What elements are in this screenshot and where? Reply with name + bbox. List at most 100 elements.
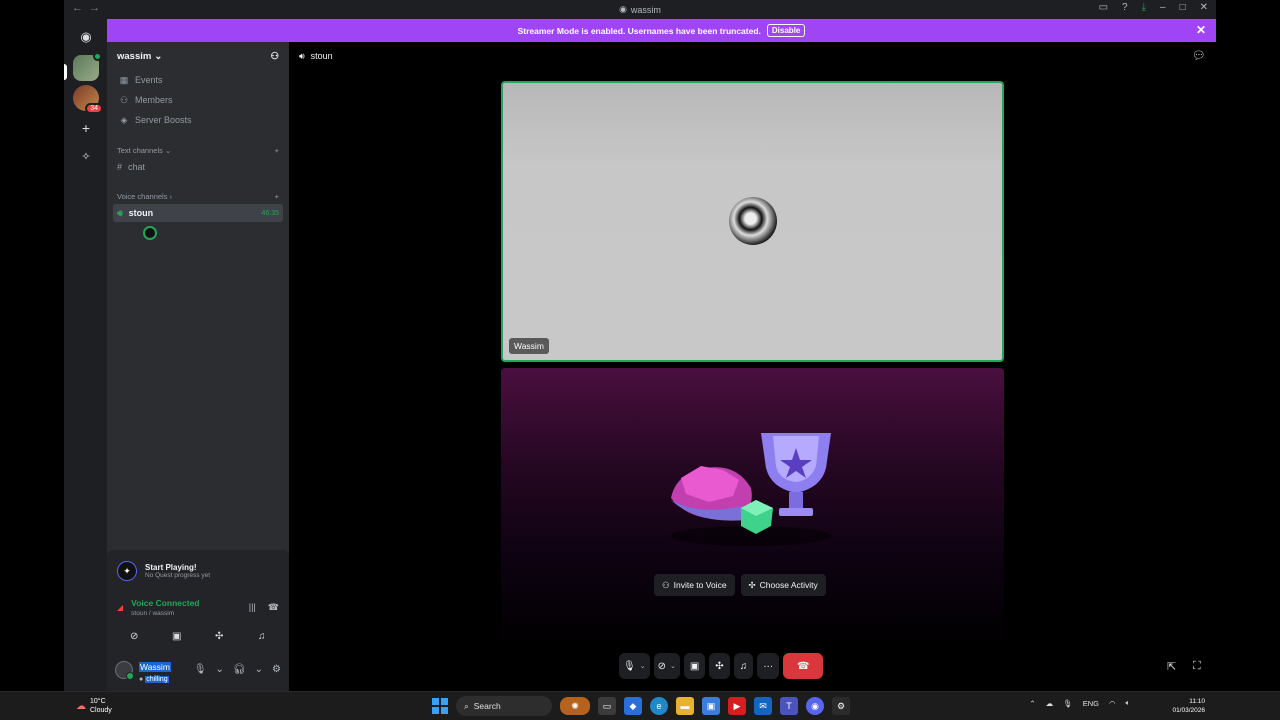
settings-gear-icon[interactable]: ⚙ xyxy=(272,664,281,675)
boost-icon: ◈ xyxy=(120,114,128,125)
onedrive-icon[interactable]: ☁ xyxy=(1046,699,1054,708)
headphones-icon[interactable]: 🎧︎ xyxy=(233,664,246,675)
back-arrow-icon[interactable]: ← xyxy=(72,2,83,14)
search-icon: ⌕ xyxy=(464,700,469,711)
voice-category-header[interactable]: Voice channels › + xyxy=(107,188,289,204)
camera-toggle[interactable]: ⊘ ⌄ xyxy=(653,653,680,679)
task-view-icon[interactable]: ▭ xyxy=(598,697,616,715)
widgets-icon[interactable]: ✺ xyxy=(560,697,590,715)
youtube-icon[interactable]: ▶ xyxy=(728,697,746,715)
microphone-icon: 🎙︎ xyxy=(623,660,636,672)
chat-bubble-icon[interactable]: 💬︎ xyxy=(1192,49,1206,62)
disconnect-icon[interactable]: ☎ xyxy=(268,602,279,613)
trophy-illustration xyxy=(671,433,831,546)
channel-chat[interactable]: # chat xyxy=(113,158,283,176)
copilot-icon[interactable]: ◆ xyxy=(624,697,642,715)
signal-icon[interactable]: ◢ xyxy=(117,603,123,612)
nav-members[interactable]: ⚇ Members xyxy=(107,90,289,110)
server-name: wassim xyxy=(117,50,152,62)
quest-panel[interactable]: ✦ Start Playing! No Quest progress yet xyxy=(107,550,289,592)
create-channel-icon[interactable]: + xyxy=(275,146,279,155)
server-icon-2[interactable]: 34 xyxy=(73,85,103,114)
forward-arrow-icon[interactable]: → xyxy=(89,2,100,14)
hang-up-button[interactable]: ☎ xyxy=(783,653,824,679)
activities-icon[interactable]: ✣ xyxy=(200,627,238,645)
taskbar-search[interactable]: ⌕ Search xyxy=(456,696,552,716)
download-icon[interactable]: ⤓ xyxy=(1142,2,1146,13)
server-wassim-icon[interactable] xyxy=(73,52,102,81)
weather-desc: Cloudy xyxy=(90,707,112,714)
voice-connected-status[interactable]: Voice Connected xyxy=(131,598,199,608)
soundboard-icon[interactable]: ♫ xyxy=(243,627,281,645)
speaker-icon: 🔊︎ xyxy=(299,50,305,61)
username[interactable]: Wassim xyxy=(139,661,171,672)
teams-icon[interactable]: T xyxy=(780,697,798,715)
chevron-down-icon[interactable]: ⌄ xyxy=(670,662,676,670)
noise-suppression-icon[interactable]: ||| xyxy=(249,602,256,613)
add-member-icon[interactable]: ⚇ xyxy=(270,51,279,62)
more-options-button[interactable]: ··· xyxy=(757,653,780,679)
store-icon[interactable]: ▣ xyxy=(702,697,720,715)
server-icon: ◉ xyxy=(619,4,627,14)
windows-start-icon[interactable] xyxy=(432,698,448,714)
nav-server-boosts[interactable]: ◈ Server Boosts xyxy=(107,110,289,130)
nav-label: Server Boosts xyxy=(135,115,192,125)
invite-to-voice-button[interactable]: ⚇ Invite to Voice xyxy=(654,574,735,596)
activities-icon: ✣ xyxy=(748,579,756,590)
add-person-icon: ⚇ xyxy=(662,579,670,590)
pop-out-icon[interactable]: ⇱ xyxy=(1167,660,1176,673)
soundboard-icon: ♫ xyxy=(739,660,748,672)
participant-tile[interactable]: Wassim xyxy=(501,81,1004,362)
discord-icon[interactable]: ◉ xyxy=(806,697,824,715)
inbox-icon[interactable]: ▭ xyxy=(1099,2,1108,13)
screen-share-button[interactable]: ▣ xyxy=(683,653,706,679)
nav-events[interactable]: ▦ Events xyxy=(107,70,289,90)
disable-streamer-mode-button[interactable]: Disable xyxy=(766,24,806,37)
weather-icon: ☁ xyxy=(76,700,86,712)
language-indicator[interactable]: ENG xyxy=(1083,699,1099,708)
close-window-icon[interactable]: ✕ xyxy=(1200,2,1208,13)
explore-icon[interactable]: ✧ xyxy=(73,143,99,169)
mic-tray-icon[interactable]: 🎙︎ xyxy=(1063,699,1073,708)
weather-widget[interactable]: ☁ 10°C Cloudy xyxy=(76,697,112,715)
create-channel-icon[interactable]: + xyxy=(275,192,279,201)
chevron-down-icon[interactable]: ⌄ xyxy=(255,664,263,675)
file-explorer-icon[interactable]: ▬ xyxy=(676,697,694,715)
edge-icon[interactable]: e xyxy=(650,697,668,715)
maximize-icon[interactable]: □ xyxy=(1180,2,1186,13)
camera-off-icon[interactable]: ⊘ xyxy=(115,627,153,645)
volume-icon[interactable]: 🔈︎ xyxy=(1126,698,1131,708)
avatar xyxy=(729,197,777,245)
text-category-header[interactable]: Text channels ⌄ + xyxy=(107,142,289,158)
soundboard-button[interactable]: ♫ xyxy=(733,653,754,679)
microphone-toggle[interactable]: 🎙︎ ⌄ xyxy=(619,653,650,679)
history-nav: ← → xyxy=(72,2,100,14)
help-icon[interactable]: ? xyxy=(1122,2,1128,13)
channel-label: stoun xyxy=(128,208,154,218)
activities-button[interactable]: ✣ xyxy=(709,653,730,679)
minimize-icon[interactable]: – xyxy=(1160,2,1166,13)
choose-activity-button[interactable]: ✣ Choose Activity xyxy=(740,574,826,596)
screen-share-icon[interactable]: ▣ xyxy=(158,627,196,645)
server-header[interactable]: wassim ⌄ ⚇ xyxy=(107,42,289,70)
phone-hangup-icon: ☎ xyxy=(796,660,810,672)
avatar[interactable] xyxy=(115,660,134,680)
chevron-down-icon[interactable]: ⌄ xyxy=(640,662,646,670)
settings-icon[interactable]: ⚙ xyxy=(832,697,850,715)
chevron-down-icon[interactable]: ⌄ xyxy=(216,664,224,675)
add-server-icon[interactable]: + xyxy=(73,115,99,141)
close-banner-icon[interactable]: ✕ xyxy=(1196,23,1206,37)
wifi-icon[interactable]: ◠ xyxy=(1109,699,1116,708)
chevron-up-icon[interactable]: ⌃ xyxy=(1029,699,1035,708)
voice-participant-avatar[interactable] xyxy=(143,226,157,240)
title-bar-controls: ▭ ? ⤓ – □ ✕ xyxy=(1099,2,1208,13)
taskbar-clock[interactable]: 11:10 01/03/2026 xyxy=(1172,697,1205,715)
search-placeholder: Search xyxy=(473,701,501,711)
mail-icon[interactable]: ✉ xyxy=(754,697,772,715)
microphone-icon[interactable]: 🎙︎ xyxy=(194,664,207,675)
activities-icon: ✣ xyxy=(715,660,724,672)
fullscreen-icon[interactable]: ⛶ xyxy=(1193,660,1201,673)
discord-home-icon[interactable]: ◉ xyxy=(73,24,99,50)
channel-stoun[interactable]: 🔊︎ stoun 46:35 xyxy=(113,204,283,222)
more-dots-icon: ··· xyxy=(763,660,774,672)
